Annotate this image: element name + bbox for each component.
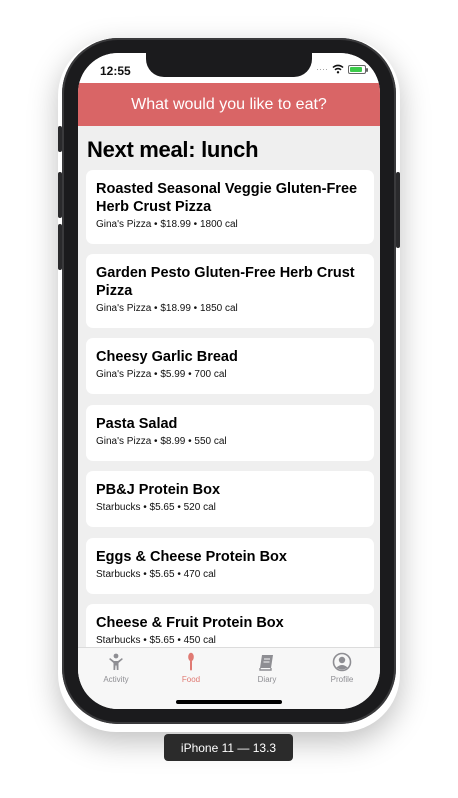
tab-bar: Activity Food Diary Profile: [78, 647, 380, 709]
header-title: What would you like to eat?: [131, 95, 327, 113]
meal-card[interactable]: Cheese & Fruit Protein Box Starbucks • $…: [86, 604, 374, 647]
meal-meta: Gina's Pizza • $18.99 • 1800 cal: [96, 219, 238, 230]
meal-list[interactable]: Next meal: lunch Roasted Seasonal Veggie…: [78, 126, 380, 647]
profile-icon: [332, 652, 352, 672]
tab-label: Food: [181, 675, 201, 684]
home-indicator[interactable]: [176, 700, 282, 704]
status-time: 12:55: [100, 64, 131, 78]
phone-screen: 12:55 ···· What would you like to eat? N…: [78, 53, 380, 709]
meal-meta: Starbucks • $5.65 • 450 cal: [96, 635, 216, 646]
meal-meta: Starbucks • $5.65 • 520 cal: [96, 502, 216, 513]
meal-name: Pasta Salad: [96, 416, 178, 432]
diary-icon: [259, 655, 273, 671]
tab-label: Activity: [103, 675, 129, 684]
status-bar: 12:55 ····: [78, 53, 380, 83]
food-icon: [188, 652, 194, 671]
activity-icon: [109, 653, 123, 670]
section-title: Next meal: lunch: [87, 137, 259, 162]
meal-card[interactable]: PB&J Protein Box Starbucks • $5.65 • 520…: [86, 471, 374, 527]
notch: [146, 53, 312, 77]
meal-name: Cheese & Fruit Protein Box: [96, 615, 284, 631]
meal-name: Eggs & Cheese Protein Box: [96, 549, 287, 565]
signal-icon: ····: [316, 64, 328, 74]
meal-name: Garden Pesto Gluten-Free Herb Crust Pizz…: [96, 265, 355, 299]
mute-switch: [58, 126, 62, 152]
volume-up-button: [58, 172, 62, 218]
meal-meta: Starbucks • $5.65 • 470 cal: [96, 569, 216, 580]
power-button: [396, 172, 400, 248]
tab-diary[interactable]: Diary: [237, 652, 297, 684]
meal-card[interactable]: Pasta Salad Gina's Pizza • $8.99 • 550 c…: [86, 405, 374, 461]
tab-profile[interactable]: Profile: [312, 652, 372, 684]
tab-activity[interactable]: Activity: [86, 652, 146, 684]
tab-label: Diary: [257, 675, 277, 684]
header-bar: What would you like to eat?: [78, 83, 380, 126]
battery-icon: [348, 64, 368, 74]
meal-name: Cheesy Garlic Bread: [96, 349, 238, 365]
tab-food[interactable]: Food: [161, 652, 221, 684]
meal-meta: Gina's Pizza • $18.99 • 1850 cal: [96, 303, 238, 314]
meal-name: Roasted Seasonal Veggie Gluten-Free Herb…: [96, 181, 358, 215]
meal-card[interactable]: Garden Pesto Gluten-Free Herb Crust Pizz…: [86, 254, 374, 328]
volume-down-button: [58, 224, 62, 270]
meal-meta: Gina's Pizza • $5.99 • 700 cal: [96, 369, 227, 380]
tab-label: Profile: [330, 675, 354, 684]
meal-meta: Gina's Pizza • $8.99 • 550 cal: [96, 436, 227, 447]
meal-card[interactable]: Eggs & Cheese Protein Box Starbucks • $5…: [86, 538, 374, 594]
meal-name: PB&J Protein Box: [96, 482, 221, 498]
device-label: iPhone 11 — 13.3: [164, 734, 293, 761]
wifi-icon: [332, 64, 344, 74]
status-icons: ····: [316, 64, 368, 74]
meal-card[interactable]: Cheesy Garlic Bread Gina's Pizza • $5.99…: [86, 338, 374, 394]
meal-card[interactable]: Roasted Seasonal Veggie Gluten-Free Herb…: [86, 170, 374, 244]
